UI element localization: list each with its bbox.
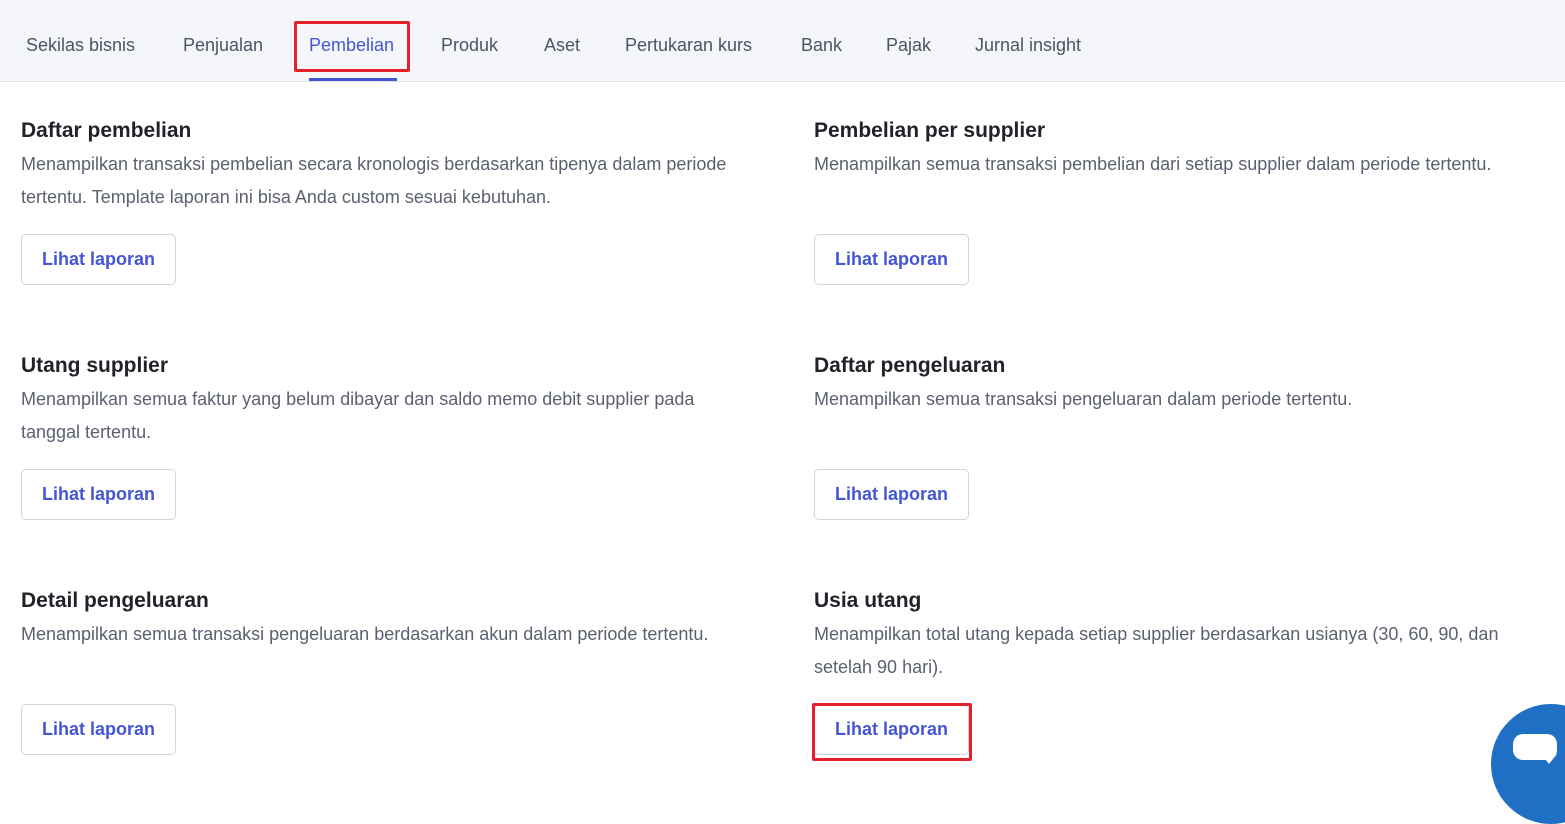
report-title: Usia utang: [814, 589, 922, 612]
active-tab-indicator: [309, 78, 397, 81]
view-report-button-detail-pengeluaran[interactable]: Lihat laporan: [21, 704, 176, 755]
view-report-button-usia-utang[interactable]: Lihat laporan: [814, 704, 969, 755]
tab-bank[interactable]: Bank: [801, 34, 842, 56]
tab-penjualan[interactable]: Penjualan: [183, 34, 263, 56]
report-description: Menampilkan semua transaksi pengeluaran …: [814, 389, 1353, 409]
report-title: Utang supplier: [21, 354, 169, 377]
report-card-pembelian-per-supplier: Pembelian per supplier Menampilkan semua…: [814, 118, 1544, 181]
chat-bubble-icon: [1513, 734, 1557, 764]
report-card-daftar-pembelian: Daftar pembelian Menampilkan transaksi p…: [21, 118, 751, 214]
view-report-button-utang-supplier[interactable]: Lihat laporan: [21, 469, 176, 520]
report-card-utang-supplier: Utang supplier Menampilkan semua faktur …: [21, 353, 751, 449]
tab-pajak[interactable]: Pajak: [886, 34, 931, 56]
report-description: Menampilkan transaksi pembelian secara k…: [21, 154, 727, 207]
tab-jurnal-insight[interactable]: Jurnal insight: [975, 34, 1081, 56]
view-report-button-daftar-pembelian[interactable]: Lihat laporan: [21, 234, 176, 285]
report-title: Daftar pengeluaran: [814, 354, 1006, 377]
report-card-daftar-pengeluaran: Daftar pengeluaran Menampilkan semua tra…: [814, 353, 1544, 416]
report-title: Detail pengeluaran: [21, 589, 209, 612]
report-description: Menampilkan semua transaksi pembelian da…: [814, 154, 1492, 174]
chat-launcher-button[interactable]: [1491, 704, 1565, 824]
tab-sekilas-bisnis[interactable]: Sekilas bisnis: [26, 34, 135, 56]
tab-aset[interactable]: Aset: [544, 34, 580, 56]
view-report-button-pembelian-per-supplier[interactable]: Lihat laporan: [814, 234, 969, 285]
report-description: Menampilkan semua faktur yang belum diba…: [21, 389, 695, 442]
report-description: Menampilkan total utang kepada setiap su…: [814, 624, 1499, 677]
report-description: Menampilkan semua transaksi pengeluaran …: [21, 624, 709, 644]
view-report-button-daftar-pengeluaran[interactable]: Lihat laporan: [814, 469, 969, 520]
report-title: Pembelian per supplier: [814, 119, 1046, 142]
tab-pertukaran-kurs[interactable]: Pertukaran kurs: [625, 34, 752, 56]
tab-produk[interactable]: Produk: [441, 34, 498, 56]
report-card-detail-pengeluaran: Detail pengeluaran Menampilkan semua tra…: [21, 588, 751, 651]
report-category-tabs: Sekilas bisnis Penjualan Pembelian Produ…: [0, 0, 1565, 82]
tab-pembelian[interactable]: Pembelian: [309, 34, 394, 56]
report-title: Daftar pembelian: [21, 119, 192, 142]
report-card-usia-utang: Usia utang Menampilkan total utang kepad…: [814, 588, 1544, 684]
